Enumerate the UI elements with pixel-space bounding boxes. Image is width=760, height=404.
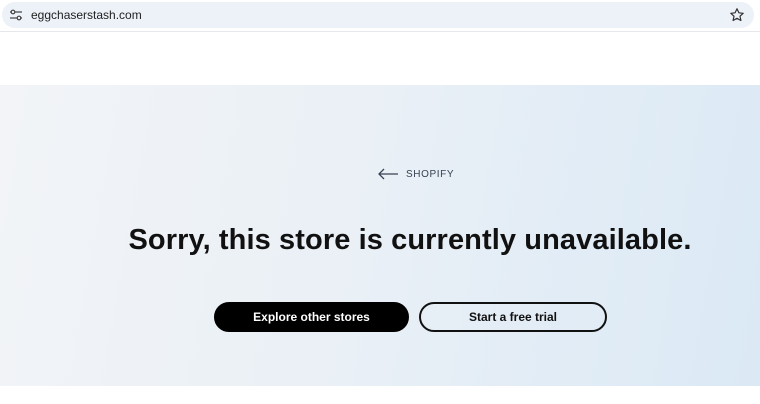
start-free-trial-button[interactable]: Start a free trial	[419, 302, 607, 332]
site-info-icon[interactable]	[9, 8, 23, 22]
back-to-shopify-link[interactable]: SHOPIFY	[377, 166, 454, 182]
url-text[interactable]: eggchaserstash.com	[31, 8, 142, 22]
omnibox[interactable]: eggchaserstash.com	[2, 2, 754, 28]
shopify-link-label: SHOPIFY	[406, 168, 455, 180]
arrow-left-icon	[378, 168, 398, 180]
bookmark-star-icon[interactable]	[729, 7, 745, 23]
page-title: Sorry, this store is currently unavailab…	[128, 224, 692, 256]
browser-address-bar: eggchaserstash.com	[0, 0, 760, 32]
explore-other-stores-button[interactable]: Explore other stores	[214, 302, 409, 332]
